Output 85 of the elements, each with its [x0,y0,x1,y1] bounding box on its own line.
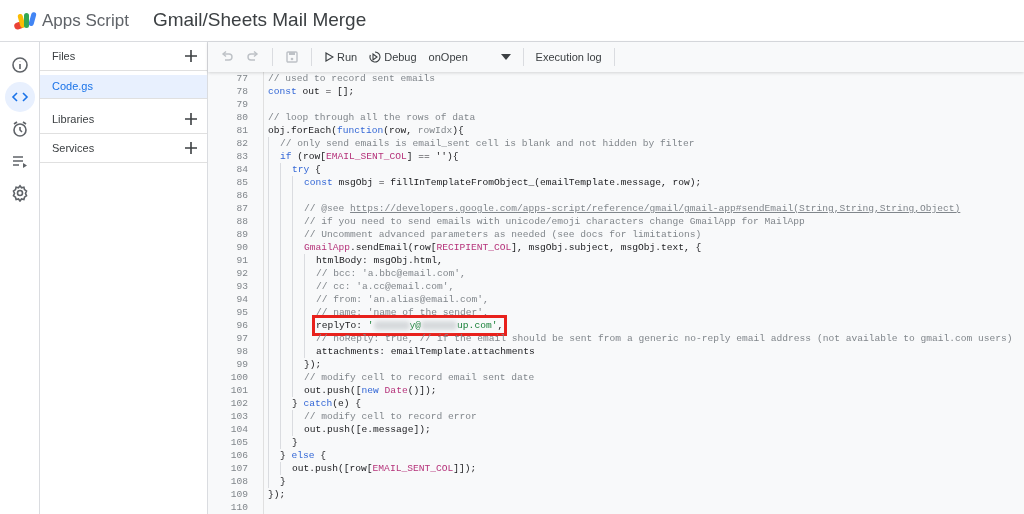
line-number: 90 [235,241,248,254]
line-number: 84 [235,163,248,176]
code-line: }); [304,358,322,371]
project-title[interactable]: Gmail/Sheets Mail Merge [152,6,367,35]
line-number: 104 [229,423,248,436]
settings-icon[interactable] [10,184,29,202]
line-number: 88 [235,215,248,228]
app-name: Apps Script [42,9,129,32]
code-line: // used to record sent emails [268,72,435,85]
line-number: 82 [235,137,248,150]
debug-button[interactable]: Debug [365,46,421,68]
add-icon[interactable] [183,140,199,156]
code-line: // noReply: true, // if the email should be sent from a generic no-reply email address (not available to gmail.com users) [316,332,1013,345]
code-line: htmlBody: msgObj.html, [316,254,443,267]
line-number: 103 [229,410,248,423]
code-line: // cc: 'a.cc@email.com', [316,280,455,293]
line-number: 94 [235,293,248,306]
add-icon[interactable] [183,111,199,127]
debug-icon[interactable] [369,51,382,63]
line-number: 97 [235,332,248,345]
code-line: } catch(e) { [292,397,362,410]
line-number: 99 [235,358,248,371]
section-title: Services [52,140,95,156]
line-number: 85 [235,176,248,189]
sidebar-tab[interactable] [4,82,35,112]
code-line: // name: 'name of the sender', [316,306,489,319]
line-number: 105 [229,436,248,449]
code-line: }); [268,488,286,501]
code-line: // only send emails is email_sent cell is blank and not hidden by filter [280,137,695,150]
line-number: 96 [235,319,248,332]
apps-script-logo [12,9,38,32]
line-number: 79 [235,98,248,111]
line-number: 83 [235,150,248,163]
line-number: 106 [229,449,248,462]
alarm-clock-icon[interactable] [10,120,29,138]
line-number: 102 [229,397,248,410]
code-line: const out = []; [268,85,355,98]
run-button[interactable]: Run [320,46,362,68]
code-line: // loop through all the rows of data [268,111,476,124]
code-line: // if you need to send emails with unicode/emoji characters change GmailApp for MailApp [304,215,805,228]
info-icon[interactable] [10,56,29,74]
code-line: if (row[EMAIL_SENT_COL] == ''){ [280,150,459,163]
line-number: 86 [235,189,248,202]
line-number: 100 [229,371,248,384]
line-number: 77 [235,72,248,85]
line-number: 78 [235,85,248,98]
file-item[interactable]: Code.gs [40,75,207,99]
code-line: // from: 'an.alias@email.com', [316,293,489,306]
code-line: // modify cell to record email sent date [304,371,535,384]
line-number: 108 [229,475,248,488]
code-line: attachments: emailTemplate.attachments [316,345,535,358]
code-line: try { [292,163,321,176]
add-icon[interactable] [183,48,199,64]
execution-log-button[interactable]: Execution log [531,46,606,68]
line-number: 98 [235,345,248,358]
line-number: 109 [229,488,248,501]
code-line: out.push([row[EMAIL_SENT_COL]]); [292,462,477,475]
code-line: // Uncomment advanced parameters as needed (see docs for limitations) [304,228,702,241]
code-line: out.push([e.message]); [304,423,431,436]
code-line: GmailApp.sendEmail(row[RECIPIENT_COL], msgObj.subject, msgObj.text, { [304,241,702,254]
caret-icon[interactable] [500,54,511,60]
code-line: // modify cell to record error [304,410,477,423]
code-line: // @see https://developers.google.com/apps-script/reference/gmail/gmail-app#sendEmail(String,String,String,Object) [304,202,961,215]
line-number: 80 [235,111,248,124]
code-line: } [280,475,286,488]
play-icon[interactable] [324,52,334,62]
line-number: 95 [235,306,248,319]
function-select[interactable]: onOpen [424,46,515,68]
line-number: 87 [235,202,248,215]
code-line: const msgObj = fillInTemplateFromObject_(emailTemplate.message, row); [304,176,702,189]
code-line: obj.forEach(function(row, rowIdx){ [268,124,464,137]
section-title: Libraries [52,111,95,127]
line-number: 107 [229,462,248,475]
line-number: 81 [235,124,248,137]
code-line: } else { [280,449,327,462]
section-title: Files [52,48,76,64]
line-number: 89 [235,228,248,241]
line-number: 93 [235,280,248,293]
line-number: 91 [235,254,248,267]
code-line: out.push([new Date()]); [304,384,437,397]
line-number: 92 [235,267,248,280]
code-line: // bcc: 'a.bbc@email.com', [316,267,466,280]
line-number: 101 [229,384,248,397]
code-line: } [292,436,298,449]
line-number: 110 [229,501,248,514]
